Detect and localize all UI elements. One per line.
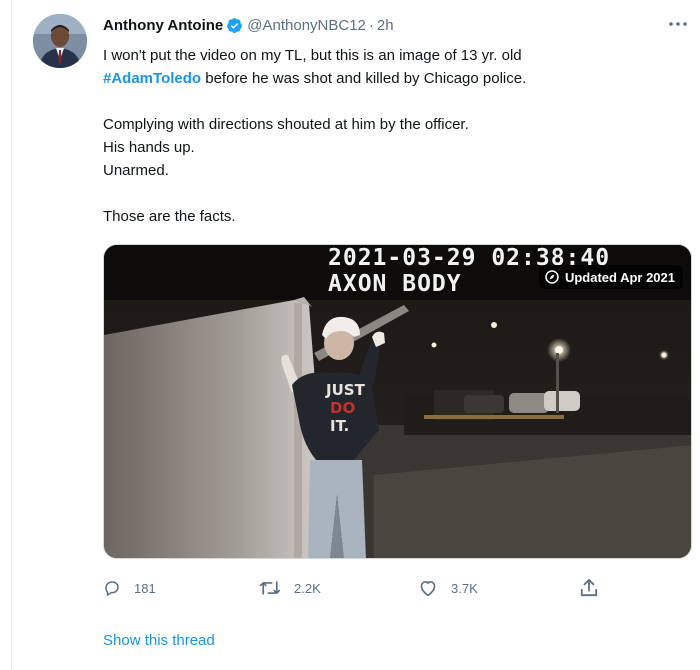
share-icon: [580, 579, 598, 597]
like-button[interactable]: 3.7K: [418, 576, 478, 600]
verified-badge-icon: [227, 17, 243, 33]
timestamp[interactable]: 2h: [377, 17, 394, 34]
retweet-icon: [259, 581, 281, 595]
avatar[interactable]: [33, 14, 87, 68]
tweet-line-3: Complying with directions shouted at him…: [103, 116, 469, 133]
tweet-line-1: I won't put the video on my TL, but this…: [103, 47, 522, 64]
tweet-actions: 181 2.2K 3.7K: [103, 576, 603, 600]
retweet-button[interactable]: 2.2K: [259, 576, 321, 600]
hashtag-link[interactable]: #AdamToledo: [103, 70, 201, 87]
heart-icon: [420, 581, 436, 597]
timeline-divider: [11, 0, 12, 670]
updated-badge[interactable]: Updated Apr 2021: [538, 265, 683, 289]
updated-badge-label: Updated Apr 2021: [564, 269, 675, 285]
reply-icon: [105, 581, 119, 596]
bodycam-model-overlay: AXON BODY: [328, 271, 462, 297]
tweet-media-image[interactable]: JUST DO IT. 2021-03-29 02:38:40 AXON BOD…: [103, 244, 692, 559]
tweet-line-6: Those are the facts.: [103, 208, 236, 225]
share-button[interactable]: [580, 576, 611, 600]
tweet-line-4: His hands up.: [103, 139, 195, 156]
more-icon[interactable]: [666, 14, 690, 34]
like-count: 3.7K: [451, 580, 478, 596]
avatar-image: [33, 14, 87, 68]
separator-dot: ·: [368, 16, 374, 34]
retweet-count: 2.2K: [294, 580, 321, 596]
svg-text:DO: DO: [330, 399, 355, 417]
tweet-text: I won't put the video on my TL, but this…: [103, 44, 663, 228]
compass-icon: [545, 270, 559, 284]
author-name[interactable]: Anthony Antoine: [103, 17, 223, 34]
author-handle[interactable]: @AnthonyNBC12: [247, 17, 366, 34]
tweet-header: Anthony Antoine @AnthonyNBC12 · 2h: [103, 14, 394, 36]
reply-count: 181: [134, 580, 156, 596]
tweet-line-5: Unarmed.: [103, 162, 169, 179]
tweet-line-2: #AdamToledo before he was shot and kille…: [103, 67, 663, 90]
reply-button[interactable]: 181: [103, 576, 156, 600]
show-thread-link[interactable]: Show this thread: [103, 632, 215, 649]
svg-text:JUST: JUST: [325, 381, 366, 399]
tweet-line-2-text: before he was shot and killed by Chicago…: [201, 70, 527, 87]
svg-text:IT.: IT.: [330, 417, 349, 435]
